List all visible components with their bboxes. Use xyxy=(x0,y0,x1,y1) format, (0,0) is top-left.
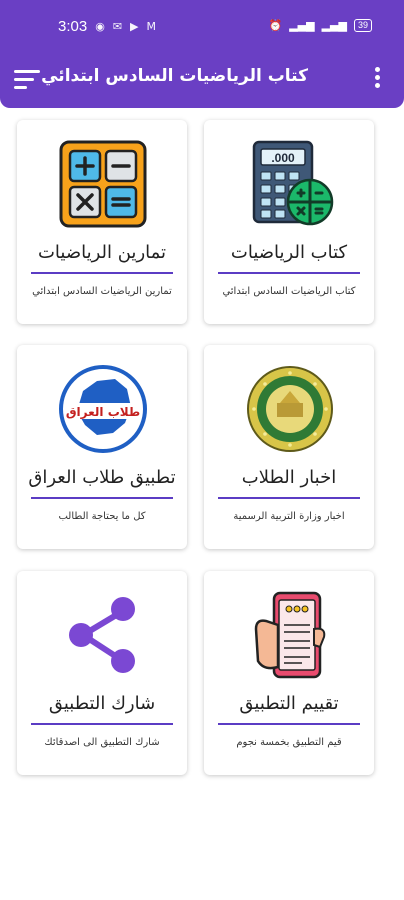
divider xyxy=(31,497,173,499)
math-symbols-icon xyxy=(59,140,147,228)
share-icon xyxy=(69,597,135,673)
menu-line xyxy=(14,70,40,73)
status-right: ⏰ ▂▄▆ ▂▄▆ 39 xyxy=(268,19,372,32)
divider xyxy=(31,272,173,274)
card-student-news[interactable]: اخبار الطلاب اخبار وزارة التربية الرسمية xyxy=(204,345,374,549)
app-title: كتاب الرياضيات السادس ابتدائي xyxy=(41,66,308,86)
iraq-map-icon: طلاب العراق xyxy=(59,365,147,453)
dot xyxy=(375,67,380,72)
menu-line xyxy=(14,86,27,89)
menu-button[interactable] xyxy=(14,68,44,92)
divider xyxy=(218,272,360,274)
mail-icon: ✉ xyxy=(112,20,123,33)
alarm-icon: ⏰ xyxy=(268,19,283,32)
card-title: تمارين الرياضيات xyxy=(37,242,167,263)
divider xyxy=(218,497,360,499)
calculator-icon: .000 xyxy=(252,140,334,226)
menu-line xyxy=(14,78,34,81)
card-subtitle: قيم التطبيق بخمسة نجوم xyxy=(236,737,342,748)
status-bar: 3:03 ◉ ✉ ▶ M ⏰ ▂▄▆ ▂▄▆ 39 xyxy=(0,0,404,52)
whatsapp-icon: ◉ xyxy=(95,20,105,33)
status-time: 3:03 xyxy=(58,18,88,35)
signal-icon: ▂▄▆ xyxy=(321,19,347,32)
signal-icon: ▂▄▆ xyxy=(289,19,315,32)
card-subtitle: كتاب الرياضيات السادس ابتدائي xyxy=(222,286,356,297)
svg-text:.000: .000 xyxy=(271,151,295,165)
logo-text: طلاب العراق xyxy=(66,405,140,419)
ministry-logo-icon xyxy=(247,366,333,452)
dot xyxy=(375,83,380,88)
card-iraq-students-app[interactable]: طلاب العراق تطبيق طلاب العراق كل ما يحتا… xyxy=(17,345,187,549)
divider xyxy=(218,723,360,725)
card-math-book[interactable]: .000 كتاب الرياضيات كتاب الرياضيات الساد… xyxy=(204,120,374,324)
card-subtitle: اخبار وزارة التربية الرسمية xyxy=(233,511,345,522)
card-title: اخبار الطلاب xyxy=(241,467,337,488)
rating-phone-icon xyxy=(254,591,326,679)
card-title: تقييم التطبيق xyxy=(239,693,339,714)
more-options-button[interactable] xyxy=(372,64,384,94)
youtube-icon: ▶ xyxy=(130,20,139,33)
app-bar: كتاب الرياضيات السادس ابتدائي xyxy=(0,52,404,108)
status-left: 3:03 ◉ ✉ ▶ M xyxy=(58,18,156,35)
card-rate-app[interactable]: تقييم التطبيق قيم التطبيق بخمسة نجوم xyxy=(204,571,374,775)
card-title: شارك التطبيق xyxy=(48,693,156,714)
dot xyxy=(375,75,380,80)
card-math-exercises[interactable]: تمارين الرياضيات تمارين الرياضيات السادس… xyxy=(17,120,187,324)
card-subtitle: تمارين الرياضيات السادس ابتدائي xyxy=(32,286,172,297)
gmail-icon: M xyxy=(146,20,157,33)
card-subtitle: كل ما يحتاجة الطالب xyxy=(58,511,146,522)
card-title: تطبيق طلاب العراق xyxy=(28,467,176,488)
card-share-app[interactable]: شارك التطبيق شارك التطبيق الى اصدقائك xyxy=(17,571,187,775)
divider xyxy=(31,723,173,725)
battery-icon: 39 xyxy=(353,19,372,32)
card-title: كتاب الرياضيات xyxy=(230,242,348,263)
card-subtitle: شارك التطبيق الى اصدقائك xyxy=(44,737,160,748)
